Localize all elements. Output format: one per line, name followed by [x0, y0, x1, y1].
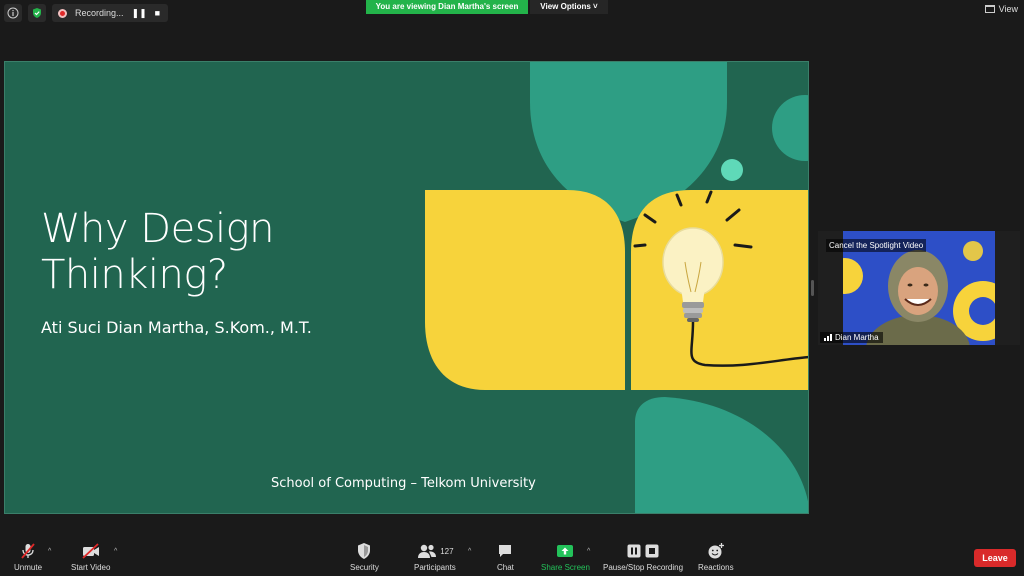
start-video-button[interactable]: Start Video — [71, 542, 110, 572]
slide-footer: School of Computing – Telkom University — [271, 476, 536, 491]
stop-recording-icon[interactable]: ■ — [155, 8, 160, 18]
view-label: View — [998, 4, 1018, 14]
top-left-controls: Recording... ❚❚ ■ — [4, 4, 169, 22]
security-shield-icon — [356, 542, 372, 560]
security-label: Security — [350, 563, 379, 572]
recording-controls-icon — [627, 542, 659, 560]
share-screen-label: Share Screen — [541, 563, 590, 572]
panel-resize-handle[interactable] — [811, 280, 814, 296]
chat-button[interactable]: Chat — [497, 542, 514, 572]
grid-view-icon — [984, 5, 995, 13]
slide-title-line2: Thinking? — [41, 252, 228, 298]
stop-icon — [645, 544, 659, 558]
recording-indicator: Recording... ❚❚ ■ — [52, 4, 169, 22]
video-off-icon — [81, 542, 101, 560]
participants-label: Participants — [414, 563, 456, 572]
slide-title-line1: Why Design — [41, 206, 275, 252]
pause-recording-icon[interactable]: ❚❚ — [132, 8, 147, 19]
unmute-label: Unmute — [14, 563, 43, 572]
slide-title: Why Design Thinking? — [41, 206, 275, 298]
meeting-toolbar: Unmute ^ Start Video ^ Security 127 Part… — [0, 536, 1024, 576]
recording-label: Recording... — [75, 8, 124, 18]
reactions-label: Reactions — [698, 563, 734, 572]
info-icon[interactable] — [4, 4, 22, 22]
chat-label: Chat — [497, 563, 514, 572]
yellow-leaf-left — [425, 190, 625, 390]
slide-author: Ati Suci Dian Martha, S.Kom., M.T. — [41, 318, 312, 337]
start-video-label: Start Video — [71, 563, 111, 572]
teal-circle-right — [772, 95, 808, 161]
unmute-button[interactable]: Unmute — [14, 542, 42, 572]
participant-name-tag: Dian Martha — [820, 332, 883, 343]
shared-screen-slide: Why Design Thinking? Ati Suci Dian Marth… — [4, 61, 809, 514]
view-button[interactable]: View — [984, 4, 1018, 14]
signal-strength-icon — [824, 334, 832, 341]
reactions-smiley-icon — [707, 542, 725, 560]
reactions-button[interactable]: Reactions — [698, 542, 734, 572]
recording-dot-icon — [58, 8, 67, 18]
light-teal-dot — [721, 159, 743, 181]
pause-icon — [627, 544, 641, 558]
share-screen-icon — [556, 542, 574, 560]
chat-bubble-icon — [497, 542, 513, 560]
cancel-spotlight-button[interactable]: Cancel the Spotlight Video — [826, 239, 927, 252]
pause-stop-recording-label: Pause/Stop Recording — [603, 563, 684, 572]
view-options-button[interactable]: View Options ˅ — [530, 0, 608, 14]
participants-options-caret-icon[interactable]: ^ — [468, 548, 471, 555]
participants-icon-group: 127 — [416, 542, 454, 560]
audio-options-caret-icon[interactable]: ^ — [48, 548, 51, 555]
encryption-shield-icon[interactable] — [28, 4, 46, 22]
spotlight-video-tile[interactable]: Cancel the Spotlight Video Dian Martha — [818, 231, 1020, 345]
participants-count: 127 — [440, 546, 454, 556]
viewing-screen-banner: You are viewing Dian Martha's screen — [366, 0, 528, 14]
security-button[interactable]: Security — [350, 542, 379, 572]
video-options-caret-icon[interactable]: ^ — [114, 548, 117, 555]
leave-meeting-button[interactable]: Leave — [974, 549, 1016, 567]
share-screen-button[interactable]: Share Screen — [541, 542, 590, 572]
share-options-caret-icon[interactable]: ^ — [587, 548, 590, 555]
participant-name: Dian Martha — [835, 333, 879, 342]
top-bar: Recording... ❚❚ ■ You are viewing Dian M… — [0, 0, 1024, 26]
teal-leaf-bottom — [635, 397, 808, 513]
zoom-meeting-window: Recording... ❚❚ ■ You are viewing Dian M… — [0, 0, 1024, 576]
participants-button[interactable]: 127 Participants — [414, 542, 456, 572]
participants-icon — [418, 544, 437, 558]
muted-microphone-icon — [19, 542, 37, 560]
pause-stop-recording-button[interactable]: Pause/Stop Recording — [603, 542, 683, 572]
